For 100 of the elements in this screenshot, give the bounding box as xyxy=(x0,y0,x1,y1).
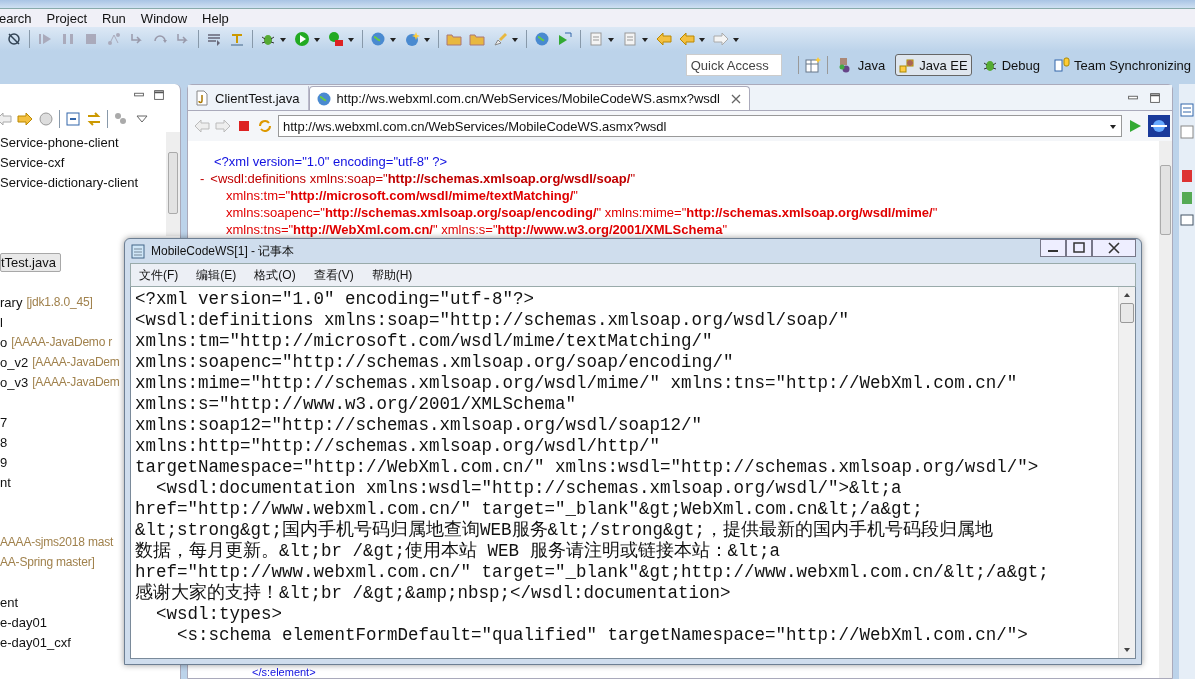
stop-icon[interactable] xyxy=(236,118,252,134)
repository-label: [AAAA-JavaDem xyxy=(32,375,120,389)
notepad-icon xyxy=(130,243,146,259)
menu-item[interactable]: 查看(V) xyxy=(313,266,354,284)
back-arrow-icon[interactable] xyxy=(0,111,12,127)
tree-item[interactable]: o_v3 xyxy=(0,374,29,390)
xml-line: <?xml version="1.0" encoding="utf-8" ?> xyxy=(214,154,448,169)
minimize-button[interactable] xyxy=(1040,239,1066,257)
disconnect-icon[interactable] xyxy=(6,31,22,47)
maximize-button[interactable] xyxy=(1066,239,1092,257)
globe-icon[interactable] xyxy=(534,31,550,47)
tree-item[interactable]: o_v2 xyxy=(0,354,29,370)
tree-item[interactable]: e-day01 xyxy=(0,614,47,630)
scroll-thumb[interactable] xyxy=(1120,303,1134,323)
repository-label: [jdk1.8.0_45] xyxy=(26,295,93,309)
menu-item[interactable]: earch xyxy=(0,10,39,26)
refresh-icon[interactable] xyxy=(257,118,273,134)
repository-label: AA-Spring master] xyxy=(0,555,95,569)
folder-icon[interactable] xyxy=(446,31,462,47)
back-arrow-icon[interactable] xyxy=(194,118,210,134)
tree-item[interactable]: e-day01_cxf xyxy=(0,634,71,650)
perspective-button[interactable]: Team Synchronizing xyxy=(1049,54,1195,76)
close-icon[interactable] xyxy=(730,93,741,104)
text-line: <wsdl:definitions xmlns:soap="http://schemas.xmlsoap.org/wsdl/soap/" xyxy=(135,310,851,331)
quick-access-field[interactable]: Quick Access xyxy=(685,54,782,76)
perspective-button[interactable]: Java EE xyxy=(895,54,972,76)
tree-item[interactable]: 8 xyxy=(0,434,8,450)
tree-item[interactable]: 7 xyxy=(0,414,8,430)
text-line: xmlns:http="http://schemas.xmlsoap.org/wsdl/http/" xyxy=(135,436,662,457)
tree-item[interactable]: Service-dictionary-client xyxy=(0,174,138,190)
close-button[interactable] xyxy=(1092,239,1136,257)
scrollbar[interactable] xyxy=(1118,287,1135,658)
text-line: xmlns:soap12="http://schemas.xmlsoap.org/wsdl/soap12/" xyxy=(135,415,704,436)
nodes-icon[interactable] xyxy=(106,31,122,47)
editor-tab[interactable]: ClientTest.java xyxy=(188,86,309,110)
text-line: <s:schema elementFormDefault="qualified" targetNamespace="http://WebXml.com.cn/"> xyxy=(176,625,1029,646)
scrollbar[interactable] xyxy=(166,132,180,236)
tree-item[interactable]: Service-phone-client xyxy=(0,134,119,150)
back-arrow-icon[interactable] xyxy=(656,31,672,47)
text-line: 数据，每月更新。&lt;br /&gt;使用本站 WEB 服务请注明或链接本站：&lt;a xyxy=(135,541,782,562)
menu-item[interactable]: 格式(O) xyxy=(254,266,296,284)
list-icon[interactable] xyxy=(206,31,222,47)
run-arrow-icon[interactable] xyxy=(557,31,573,47)
scrollbar[interactable] xyxy=(1159,141,1172,678)
open-perspective-icon[interactable] xyxy=(804,57,821,73)
link-icon[interactable] xyxy=(86,111,102,127)
xml-line: xmlns:tns="http://WebXml.com.cn/" xmlns:s="http://www.w3.org/2001/XMLSchema" xyxy=(226,222,728,237)
pause-icon[interactable] xyxy=(60,31,76,47)
menu-item[interactable]: 编辑(E) xyxy=(196,266,237,284)
tree-item[interactable]: 9 xyxy=(0,454,8,470)
xml-line: xmlns:tm="http://microsoft.com/wsdl/mime/textMatching/" xyxy=(226,188,578,203)
text-line: href="http://www.webxml.com.cn/" target="_blank"&gt;WebXml.com.cn&lt;/a&gt; xyxy=(135,499,924,520)
editor-tab[interactable]: http://ws.webxml.com.cn/WebServices/MobileCodeWS.asmx?wsdl xyxy=(308,86,750,110)
tree-item[interactable]: ent xyxy=(0,594,19,610)
repository-label: AAAA-sjms2018 mast xyxy=(0,535,114,549)
xml-line: xmlns:soapenc="http://schemas.xmlsoap.org/soap/encoding/" xmlns:mime="http://schemas.xmlsoap.org/wsdl/mime/" xyxy=(226,205,938,220)
menu-item[interactable]: Run xyxy=(102,10,133,26)
resume-icon[interactable] xyxy=(37,31,53,47)
text-line: xmlns:soapenc="http://schemas.xmlsoap.org/soap/encoding/" xyxy=(135,352,735,373)
forward-arrow-icon[interactable] xyxy=(17,111,33,127)
text-line: &lt;strong&gt;国内手机号码归属地查询WEB服务&lt;/strong&gt;，提供最新的国内手机号码段归属地 xyxy=(135,520,995,541)
tree-item[interactable]: tTest.java xyxy=(0,252,61,272)
java-file-icon xyxy=(194,90,210,106)
text-line: <?xml version="1.0" encoding="utf-8"?> xyxy=(135,289,536,310)
text-line: href="http://www.webxml.com.cn/" target="_blank"&gt;http://www.webxml.com.cn/&lt;/a&gt; xyxy=(135,562,1050,583)
forward-arrow-icon[interactable] xyxy=(215,118,231,134)
globe-icon xyxy=(315,90,332,107)
outline-icon[interactable] xyxy=(1179,102,1195,118)
perspective-button[interactable]: Java xyxy=(833,54,890,76)
tree-item[interactable]: nt xyxy=(0,474,11,490)
text-line: 感谢大家的支持！&lt;br /&gt;&amp;nbsp;</wsdl:documentation> xyxy=(135,583,732,604)
collapse-toggle[interactable]: - xyxy=(200,171,205,186)
xml-line: <wsdl:definitions xmlns:soap="http://schemas.xmlsoap.org/wsdl/soap/" xyxy=(210,171,636,186)
text-line: xmlns:mime="http://schemas.xmlsoap.org/wsdl/mime/" xmlns:tns="http://WebXml.com.cn/" xyxy=(135,373,1019,394)
menu-item[interactable]: 帮助(H) xyxy=(371,266,413,284)
tree-item[interactable]: l xyxy=(0,314,3,330)
collapse-all-icon[interactable] xyxy=(65,111,81,127)
tree-item[interactable]: rary xyxy=(0,294,23,310)
scroll-thumb[interactable] xyxy=(1160,165,1171,235)
maximize-icon[interactable] xyxy=(1148,90,1162,105)
menu-item[interactable]: Help xyxy=(202,10,236,26)
text-line: xmlns:tm="http://microsoft.com/wsdl/mime/textMatching/" xyxy=(135,331,714,352)
text-line: <wsdl:documentation xmlns:wsdl="http://schemas.xmlsoap.org/wsdl/">&lt;a xyxy=(155,478,903,499)
maximize-icon[interactable] xyxy=(152,88,166,102)
text-line: targetNamespace="http://WebXml.com.cn/" xmlns:wsdl="http://schemas.xmlsoap.org/wsdl/"> xyxy=(135,457,1040,478)
repository-label: [AAAA-JavaDem xyxy=(32,355,120,369)
folder-icon[interactable] xyxy=(469,31,485,47)
url-field[interactable]: http://ws.webxml.com.cn/WebServices/MobileCodeWS.asmx?wsdl xyxy=(278,115,1122,137)
scroll-thumb[interactable] xyxy=(168,152,178,214)
go-icon[interactable] xyxy=(1127,118,1143,134)
perspective-button[interactable]: Debug xyxy=(977,54,1044,76)
tree-item[interactable]: o xyxy=(0,334,8,350)
window-title: MobileCodeWS[1] - 记事本 xyxy=(151,242,295,260)
tree-item[interactable]: Service-cxf xyxy=(0,154,65,170)
menu-item[interactable]: Window xyxy=(140,10,195,26)
menu-item[interactable]: Project xyxy=(46,10,94,26)
menu-item[interactable]: 文件(F) xyxy=(139,266,179,284)
text-line: xmlns:s="http://www.w3.org/2001/XMLSchema" xyxy=(135,394,578,415)
browser-icon[interactable] xyxy=(1148,115,1170,137)
text-line: <wsdl:types> xyxy=(155,604,284,625)
